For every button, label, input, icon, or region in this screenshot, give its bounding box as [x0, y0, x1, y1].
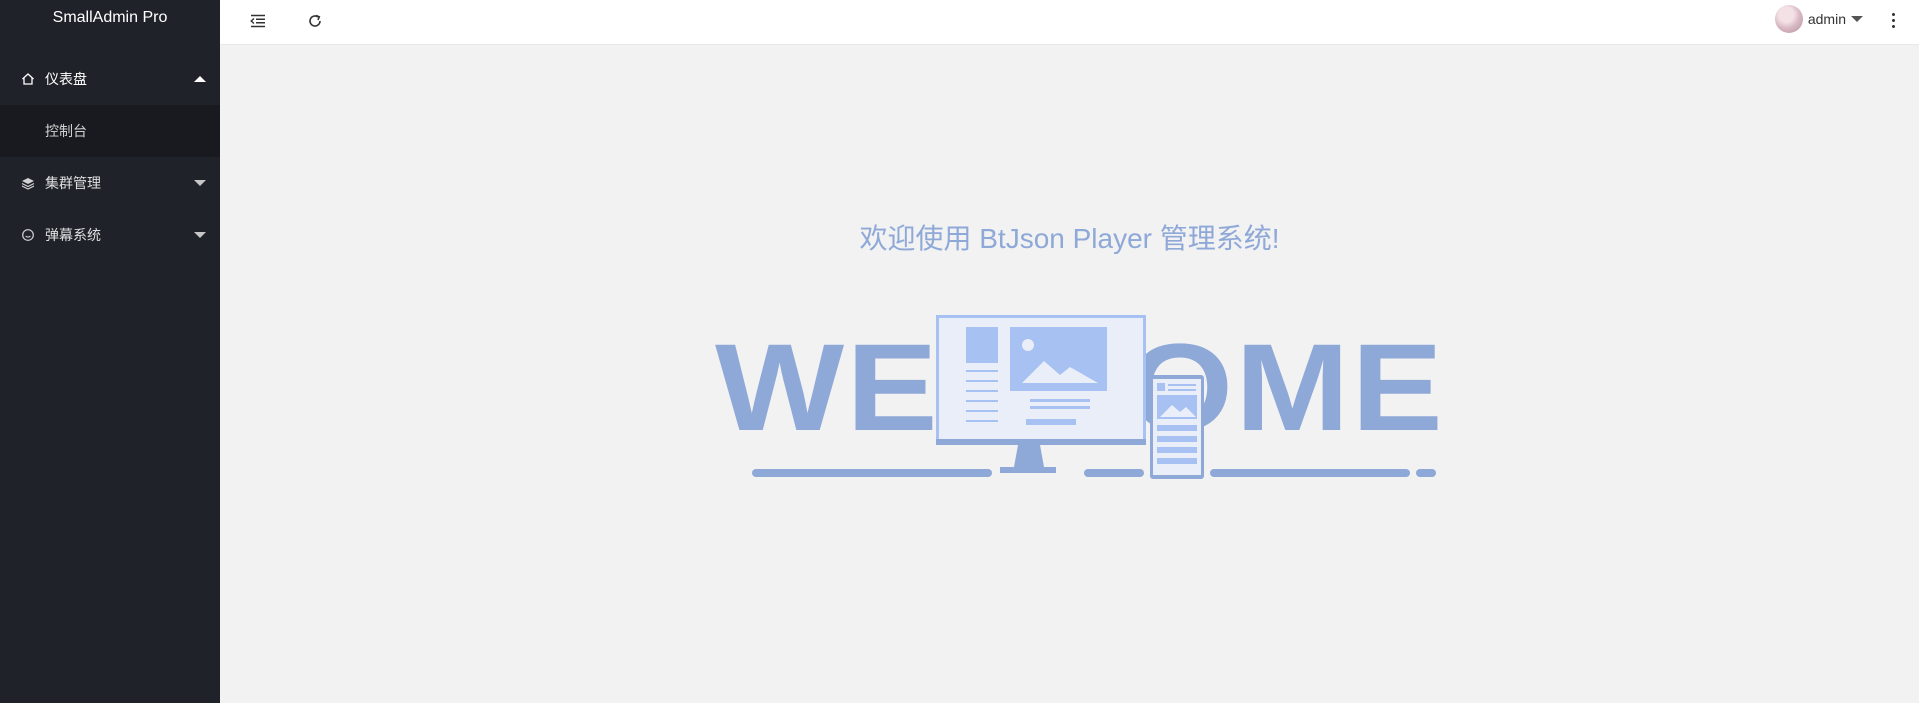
- sidebar: SmallAdmin Pro 仪表盘 控制台 集群管理 弹幕系统: [0, 0, 220, 703]
- menu-group-dashboard: 仪表盘 控制台: [0, 53, 220, 157]
- menu-group-label: 仪表盘: [45, 71, 87, 87]
- menu-group-danmaku-toggle[interactable]: 弹幕系统: [0, 209, 220, 261]
- avatar: [1774, 5, 1803, 33]
- more-vertical-icon[interactable]: [1885, 9, 1901, 31]
- menu-indent-icon[interactable]: [245, 8, 271, 34]
- brand-title[interactable]: SmallAdmin Pro: [0, 0, 220, 36]
- refresh-icon[interactable]: [302, 8, 328, 34]
- sidebar-item-console[interactable]: 控制台: [0, 105, 220, 157]
- main-content: 欢迎使用 BtJson Player 管理系统! WELCOME: [220, 45, 1919, 703]
- submenu-dashboard: 控制台: [0, 105, 220, 157]
- welcome-illustration: WELCOME: [715, 315, 1443, 479]
- illustration-baseline: [752, 469, 1436, 477]
- chevron-down-icon: [194, 180, 206, 186]
- menu-group-label: 集群管理: [45, 175, 101, 191]
- sidebar-menu: 仪表盘 控制台 集群管理 弹幕系统: [0, 53, 220, 261]
- chevron-down-icon: [194, 232, 206, 238]
- home-icon: [20, 71, 36, 87]
- user-menu[interactable]: admin: [1774, 4, 1863, 34]
- chevron-up-icon: [194, 76, 206, 82]
- menu-group-danmaku: 弹幕系统: [0, 209, 220, 261]
- layers-icon: [20, 175, 36, 191]
- user-name: admin: [1807, 11, 1846, 27]
- menu-group-label: 弹幕系统: [45, 227, 101, 243]
- phone-icon: [1150, 375, 1204, 479]
- top-header: admin: [220, 0, 1919, 45]
- menu-group-cluster: 集群管理: [0, 157, 220, 209]
- welcome-title: 欢迎使用 BtJson Player 管理系统!: [859, 223, 1280, 254]
- menu-group-cluster-toggle[interactable]: 集群管理: [0, 157, 220, 209]
- chevron-down-icon: [1851, 16, 1863, 22]
- menu-group-dashboard-toggle[interactable]: 仪表盘: [0, 53, 220, 105]
- smile-icon: [20, 227, 36, 243]
